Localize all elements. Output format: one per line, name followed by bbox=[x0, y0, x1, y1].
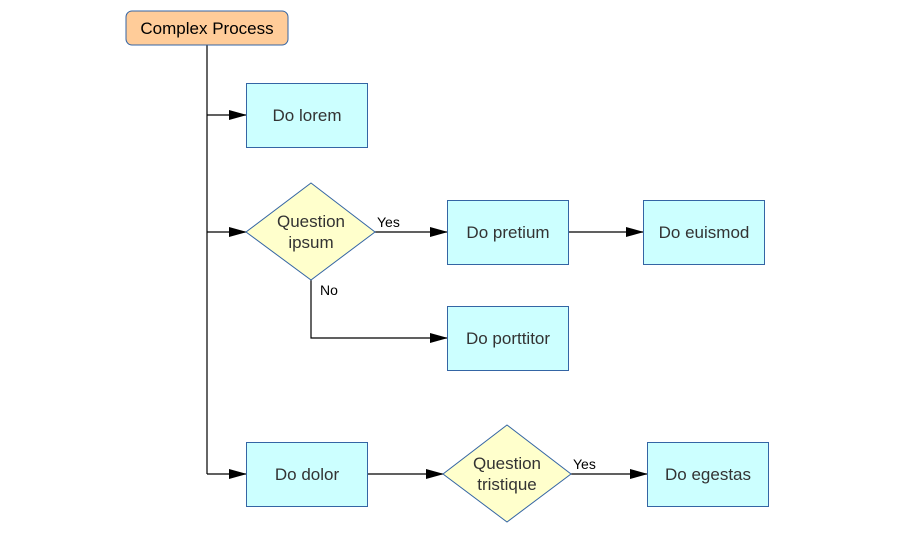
node-do-pretium[interactable]: Do pretium bbox=[447, 200, 569, 265]
node-question-tristique[interactable]: Question tristique bbox=[442, 424, 572, 523]
node-label-line-2: ipsum bbox=[288, 233, 333, 252]
node-label: Do egestas bbox=[665, 465, 751, 484]
node-label-line-1: Question bbox=[473, 454, 541, 473]
node-label: Do lorem bbox=[273, 106, 342, 125]
node-label: Complex Process bbox=[140, 19, 273, 38]
node-label: Do dolor bbox=[275, 465, 340, 484]
node-do-euismod[interactable]: Do euismod bbox=[643, 200, 765, 265]
node-label: Do euismod bbox=[659, 223, 750, 242]
node-question-ipsum[interactable]: Question ipsum bbox=[245, 182, 376, 281]
node-label: Do porttitor bbox=[466, 329, 550, 348]
node-label-line-2: tristique bbox=[477, 475, 537, 494]
node-label: Do pretium bbox=[466, 223, 549, 242]
edge-label-no-ipsum: No bbox=[320, 282, 338, 298]
node-do-egestas[interactable]: Do egestas bbox=[647, 442, 769, 507]
node-label-line-1: Question bbox=[277, 212, 345, 231]
edge-label-yes-tristique: Yes bbox=[573, 456, 596, 472]
node-do-porttitor[interactable]: Do porttitor bbox=[447, 306, 569, 371]
node-do-lorem[interactable]: Do lorem bbox=[246, 83, 368, 148]
flowchart: Yes No Yes Complex Process Do lorem Ques… bbox=[125, 10, 769, 523]
node-complex-process[interactable]: Complex Process bbox=[125, 10, 289, 46]
node-do-dolor[interactable]: Do dolor bbox=[246, 442, 368, 507]
edge-label-yes-ipsum: Yes bbox=[377, 214, 400, 230]
